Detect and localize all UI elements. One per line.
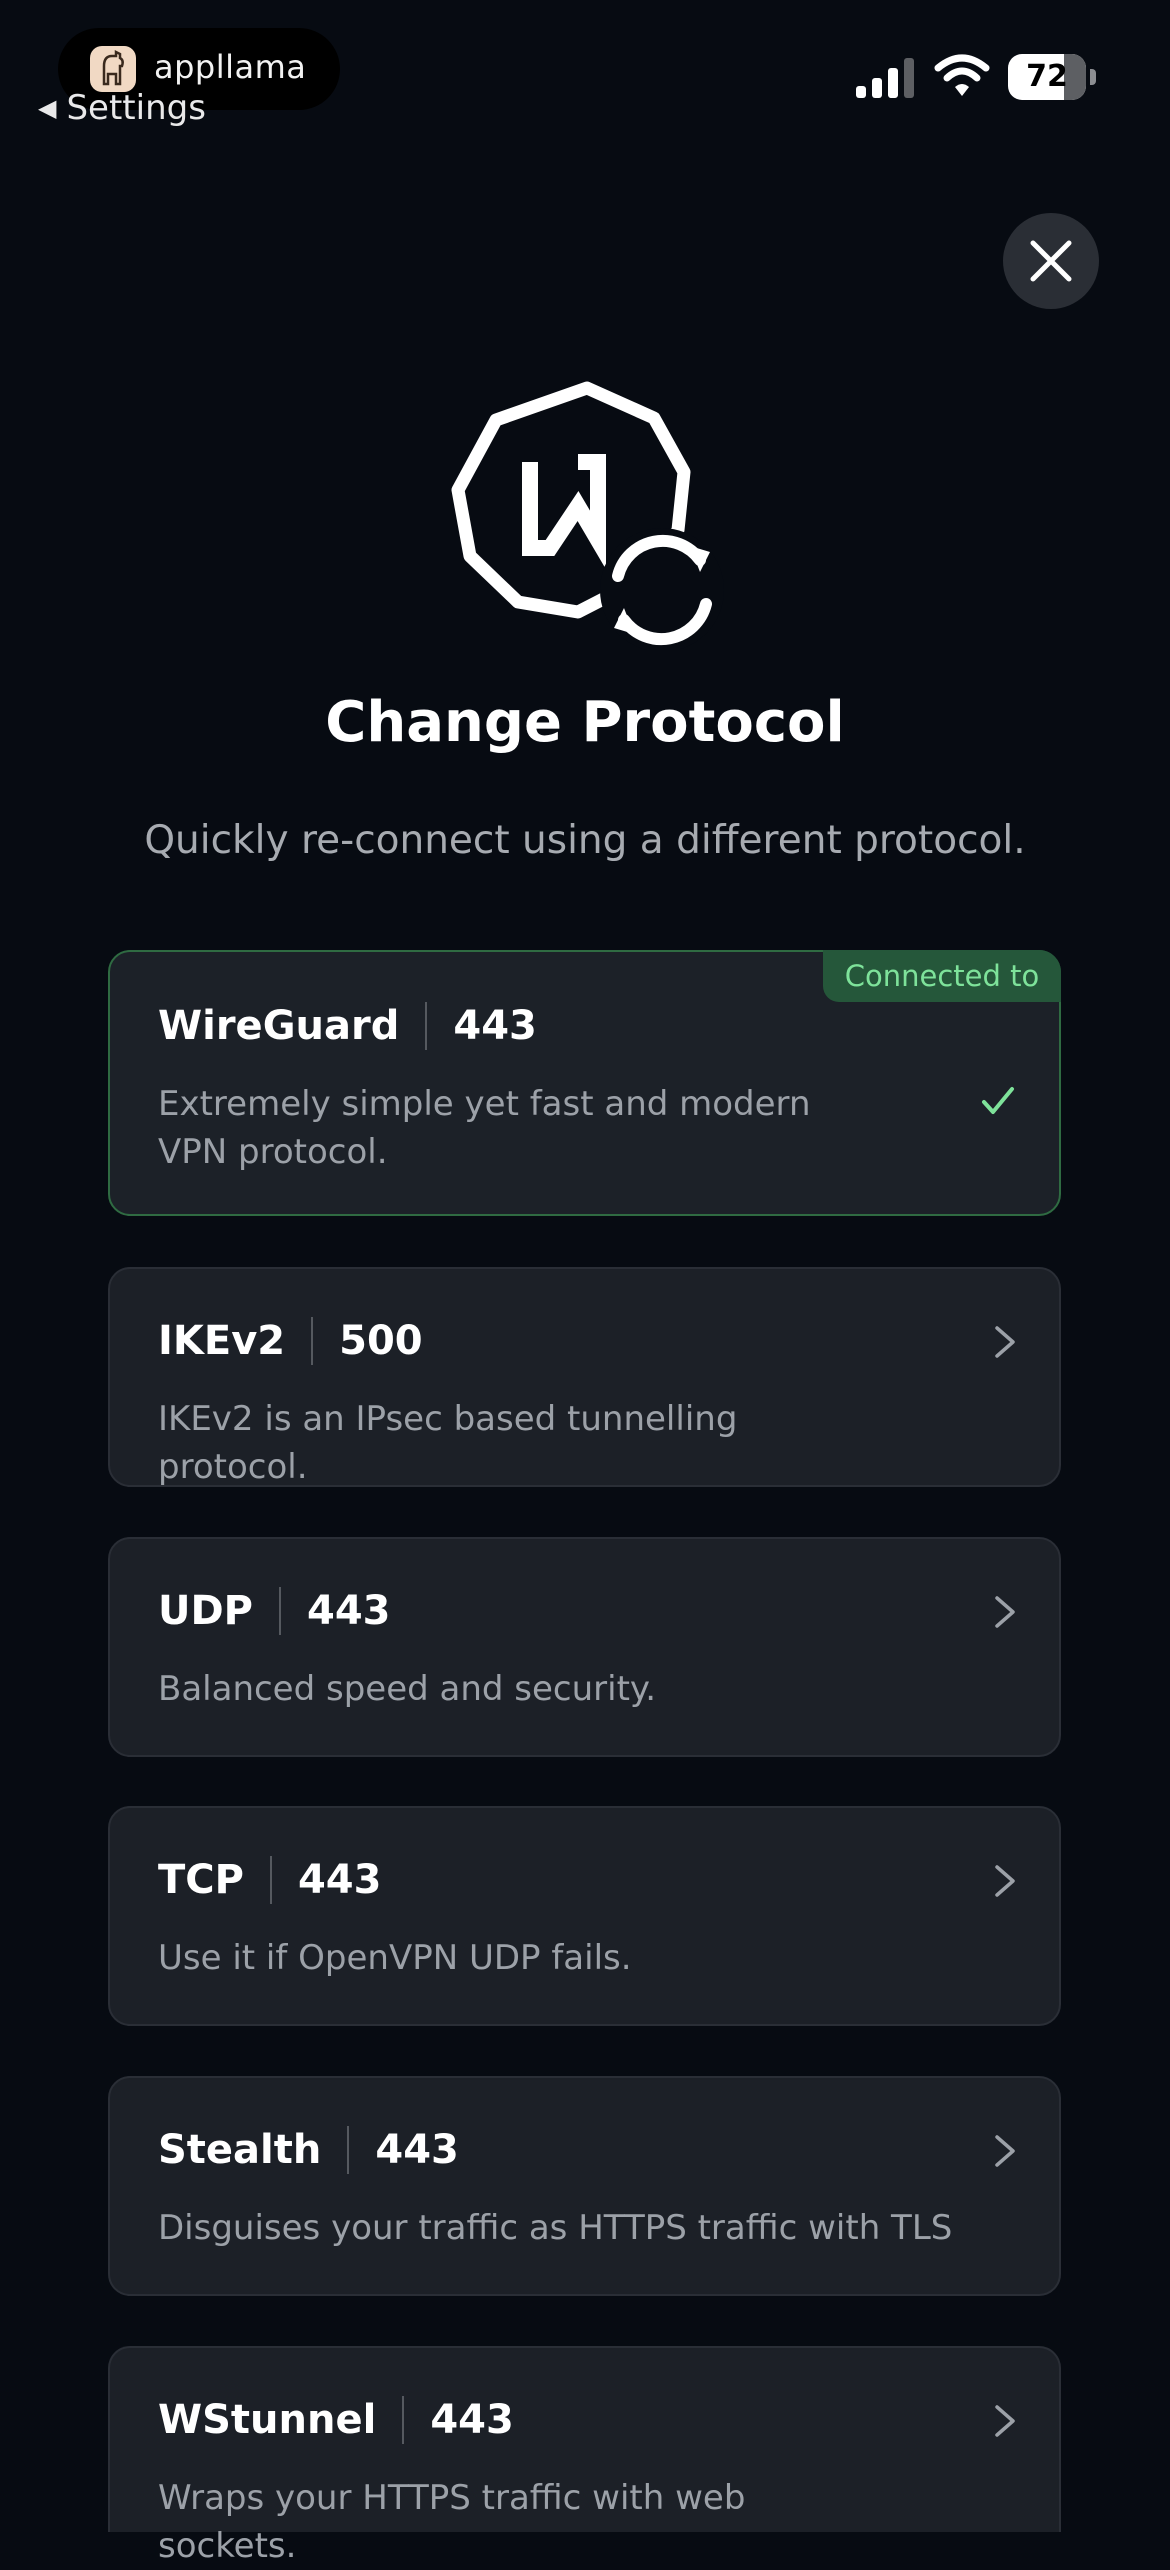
title-divider bbox=[279, 1587, 281, 1635]
protocol-title: WireGuard 443 bbox=[158, 1002, 537, 1050]
chevron-right-icon bbox=[995, 2405, 1015, 2437]
brand-name: appllama bbox=[154, 48, 307, 86]
protocol-title: WStunnel 443 bbox=[158, 2396, 514, 2444]
protocol-title: IKEv2 500 bbox=[158, 1317, 423, 1365]
close-icon bbox=[1030, 240, 1072, 282]
battery-body: 72 bbox=[1008, 54, 1086, 100]
protocol-card-stealth[interactable]: Stealth 443 Disguises your traffic as HT… bbox=[108, 2076, 1061, 2296]
title-divider bbox=[402, 2396, 405, 2444]
protocol-title: Stealth 443 bbox=[158, 2126, 459, 2174]
cellular-signal-icon bbox=[856, 58, 914, 98]
protocol-card-ikev2[interactable]: IKEv2 500 IKEv2 is an IPsec based tunnel… bbox=[108, 1267, 1061, 1487]
back-to-settings-link[interactable]: ◀ Settings bbox=[38, 88, 206, 128]
protocol-title: UDP 443 bbox=[158, 1587, 391, 1635]
protocol-name: TCP bbox=[158, 1857, 244, 1903]
chevron-right-icon bbox=[995, 2135, 1015, 2167]
checkmark-icon bbox=[982, 1087, 1014, 1114]
back-triangle-icon: ◀ bbox=[38, 94, 57, 122]
protocol-port: 443 bbox=[297, 1857, 382, 1903]
protocol-card-wireguard[interactable]: Connected to WireGuard 443 Extremely sim… bbox=[108, 950, 1061, 1216]
protocol-description: IKEv2 is an IPsec based tunnelling proto… bbox=[158, 1399, 738, 1487]
protocol-description: Disguises your traffic as HTTPS traffic … bbox=[158, 2208, 953, 2248]
battery-cap bbox=[1090, 69, 1096, 85]
protocol-port: 500 bbox=[339, 1318, 423, 1364]
protocol-card-udp[interactable]: UDP 443 Balanced speed and security. bbox=[108, 1537, 1061, 1757]
title-divider bbox=[269, 1856, 272, 1904]
protocol-description: Extremely simple yet fast and modern VPN… bbox=[158, 1084, 811, 1172]
protocol-card-tcp[interactable]: TCP 443 Use it if OpenVPN UDP fails. bbox=[108, 1806, 1061, 2026]
protocol-description: Balanced speed and security. bbox=[158, 1669, 656, 1709]
page-subtitle: Quickly re-connect using a different pro… bbox=[144, 818, 1026, 863]
protocol-port: 443 bbox=[453, 1003, 537, 1049]
title-divider bbox=[311, 1317, 314, 1365]
battery-level: 72 bbox=[1026, 59, 1068, 94]
status-bar: appllama ◀ Settings 72 bbox=[0, 0, 1170, 150]
title-divider bbox=[347, 2126, 350, 2174]
protocol-card-wstunnel[interactable]: WStunnel 443 Wraps your HTTPS traffic wi… bbox=[108, 2346, 1061, 2566]
protocol-name: Stealth bbox=[158, 2127, 322, 2173]
protocol-port: 443 bbox=[430, 2397, 514, 2443]
protocol-name: IKEv2 bbox=[158, 1318, 286, 1364]
chevron-right-icon bbox=[995, 1865, 1015, 1897]
protocol-title: TCP 443 bbox=[158, 1856, 381, 1904]
llama-logo-icon bbox=[90, 46, 136, 92]
wifi-icon bbox=[934, 54, 990, 96]
protocol-port: 443 bbox=[375, 2127, 459, 2173]
battery-indicator: 72 bbox=[1008, 54, 1096, 100]
protocol-description: Wraps your HTTPS traffic with web socket… bbox=[158, 2478, 746, 2566]
connected-badge: Connected to bbox=[823, 950, 1061, 1002]
protocol-port: 443 bbox=[307, 1588, 391, 1634]
protocol-name: WireGuard bbox=[158, 1003, 400, 1049]
back-label: Settings bbox=[66, 88, 206, 128]
chevron-right-icon bbox=[995, 1326, 1015, 1358]
page-title: Change Protocol bbox=[325, 690, 845, 755]
chevron-right-icon bbox=[995, 1596, 1015, 1628]
title-divider bbox=[425, 1002, 428, 1050]
protocol-description: Use it if OpenVPN UDP fails. bbox=[158, 1938, 632, 1978]
close-button[interactable] bbox=[1003, 213, 1099, 309]
protocol-name: UDP bbox=[158, 1588, 253, 1634]
protocol-change-icon bbox=[451, 381, 724, 650]
protocol-name: WStunnel bbox=[158, 2397, 377, 2443]
